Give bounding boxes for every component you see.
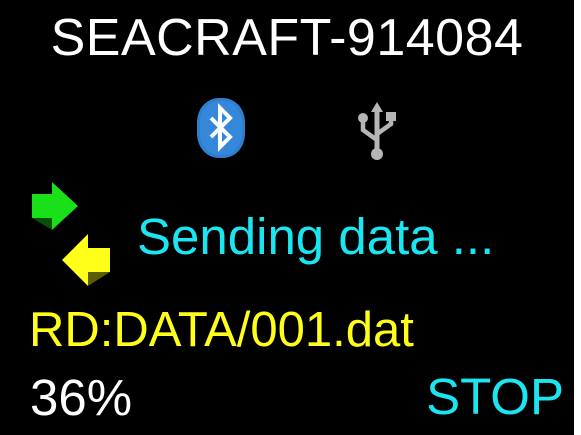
bluetooth-icon — [197, 98, 245, 158]
device-title: SEACRAFT-914084 — [50, 9, 524, 67]
device-screen: SEACRAFT-914084 Sending data ... RD:DATA… — [0, 0, 574, 435]
file-path: RD:DATA/001.dat — [29, 303, 414, 357]
progress-percent: 36% — [30, 369, 133, 426]
stop-button[interactable]: STOP — [426, 367, 564, 427]
transfer-arrows-icon — [32, 182, 110, 286]
status-message: Sending data ... — [137, 208, 495, 265]
usb-icon — [358, 102, 396, 160]
